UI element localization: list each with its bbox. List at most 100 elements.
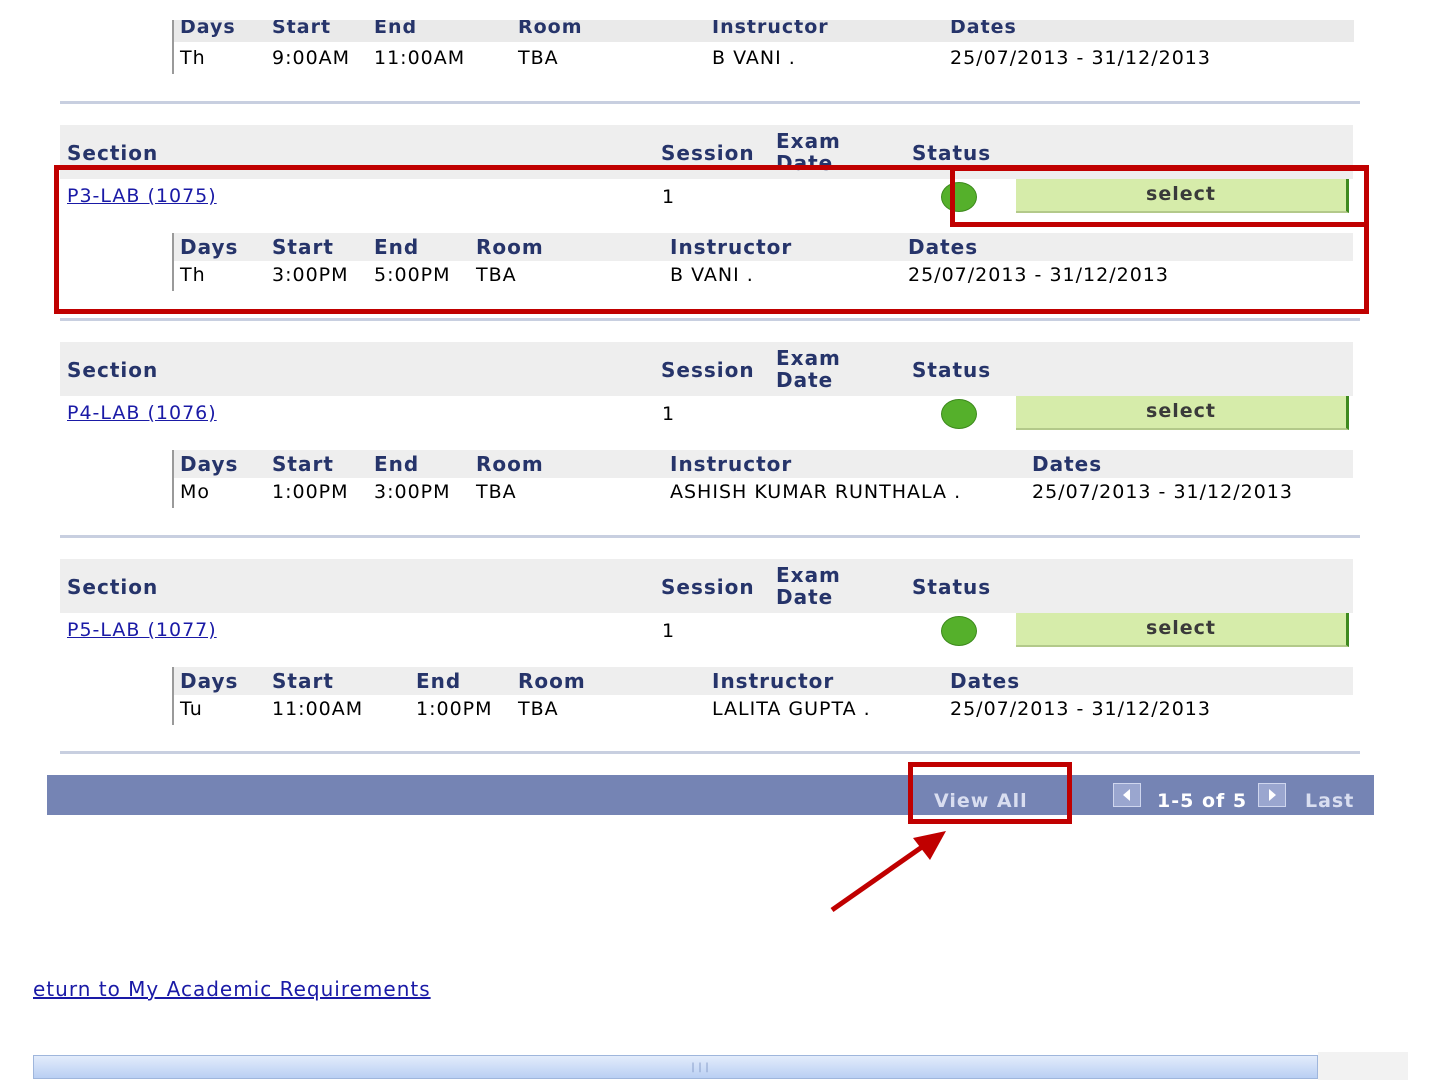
- session-col-header: Session: [661, 358, 755, 382]
- meeting-days: Mo: [180, 481, 211, 503]
- header-instructor: Instructor: [712, 669, 835, 693]
- arrow-right-icon: [1269, 789, 1276, 801]
- meeting-dates: 25/07/2013 - 31/12/2013: [950, 698, 1211, 720]
- arrow-left-icon: [1123, 789, 1130, 801]
- meeting-end: 11:00AM: [374, 47, 466, 69]
- header-days: Days: [180, 20, 236, 38]
- exam-date-col-header: Date: [776, 585, 834, 609]
- meeting-days: Th: [180, 264, 206, 286]
- meeting-room: TBA: [476, 264, 517, 286]
- header-room: Room: [476, 235, 544, 259]
- header-days: Days: [180, 669, 239, 693]
- annotation-arrow-icon: [830, 831, 946, 913]
- section-link-p5-lab[interactable]: P5-LAB (1077): [67, 619, 217, 641]
- meeting-instructor: B VANI .: [670, 264, 754, 286]
- status-open-icon: [941, 399, 977, 429]
- scrollbar-corner: [1318, 1052, 1408, 1080]
- select-button-p5-lab[interactable]: select: [1016, 613, 1349, 647]
- meeting-dates: 25/07/2013 - 31/12/2013: [1032, 481, 1293, 503]
- status-open-icon: [941, 182, 977, 212]
- last-page-link[interactable]: Last: [1305, 790, 1354, 812]
- exam-col-header: Exam: [776, 346, 841, 370]
- meeting-header-row: Days Start End Room Instructor Dates: [172, 667, 1353, 695]
- row-divider: [172, 20, 174, 74]
- meeting-room: TBA: [476, 481, 517, 503]
- header-instructor: Instructor: [670, 235, 793, 259]
- header-end: End: [374, 452, 420, 476]
- header-days: Days: [180, 452, 239, 476]
- horizontal-scrollbar[interactable]: |||: [33, 1055, 1318, 1079]
- section-header-row: Section Session Exam Date Status: [60, 125, 1353, 179]
- header-dates: Dates: [1032, 452, 1103, 476]
- pagination-bar: View All 1-5 of 5 Last: [47, 775, 1374, 815]
- section-separator: [60, 751, 1360, 754]
- status-col-header: Status: [912, 141, 992, 165]
- meeting-end: 1:00PM: [416, 698, 493, 720]
- session-col-header: Session: [661, 575, 755, 599]
- meeting-start: 11:00AM: [272, 698, 364, 720]
- meeting-start: 3:00PM: [272, 264, 349, 286]
- meeting-days: Tu: [180, 698, 203, 720]
- header-days: Days: [180, 235, 239, 259]
- section-link-p3-lab[interactable]: P3-LAB (1075): [67, 185, 217, 207]
- section-separator: [60, 101, 1360, 104]
- header-dates: Dates: [950, 669, 1021, 693]
- meeting-days: Th: [180, 47, 206, 69]
- meeting-start: 1:00PM: [272, 481, 349, 503]
- header-start: Start: [272, 452, 334, 476]
- exam-date-col-header: Date: [776, 151, 834, 175]
- pagination-range: 1-5 of 5: [1157, 790, 1248, 812]
- section-header-row: Section Session Exam Date Status: [60, 342, 1353, 396]
- meeting-end: 3:00PM: [374, 481, 451, 503]
- meeting-instructor: B VANI .: [712, 47, 796, 69]
- section-col-header: Section: [67, 575, 159, 599]
- status-open-icon: [941, 616, 977, 646]
- section-separator: [60, 535, 1360, 538]
- status-col-header: Status: [912, 358, 992, 382]
- next-page-button[interactable]: [1258, 783, 1286, 807]
- exam-col-header: Exam: [776, 563, 841, 587]
- header-end: End: [416, 669, 462, 693]
- meeting-dates: 25/07/2013 - 31/12/2013: [950, 47, 1211, 69]
- header-start: Start: [272, 669, 334, 693]
- meeting-dates: 25/07/2013 - 31/12/2013: [908, 264, 1169, 286]
- meeting-instructor: ASHISH KUMAR RUNTHALA .: [670, 481, 962, 503]
- header-room: Room: [518, 20, 583, 38]
- meeting-header-row: Days Start End Room Instructor Dates: [172, 233, 1353, 261]
- view-all-link[interactable]: View All: [934, 790, 1028, 812]
- header-dates: Dates: [950, 20, 1017, 38]
- header-instructor: Instructor: [670, 452, 793, 476]
- status-col-header: Status: [912, 575, 992, 599]
- exam-col-header: Exam: [776, 129, 841, 153]
- row-divider: [172, 233, 174, 291]
- meeting-room: TBA: [518, 47, 559, 69]
- scroll-grip-icon: |||: [690, 1062, 712, 1073]
- row-divider: [172, 450, 174, 508]
- section-col-header: Section: [67, 141, 159, 165]
- meeting-start: 9:00AM: [272, 47, 351, 69]
- select-button-p3-lab[interactable]: select: [1016, 179, 1349, 213]
- session-value: 1: [662, 403, 676, 425]
- row-divider: [172, 667, 174, 725]
- meeting-header-row-top: Days Start End Room Instructor Dates: [172, 20, 1354, 42]
- meeting-end: 5:00PM: [374, 264, 451, 286]
- header-start: Start: [272, 235, 334, 259]
- session-value: 1: [662, 186, 676, 208]
- header-end: End: [374, 235, 420, 259]
- meeting-room: TBA: [518, 698, 559, 720]
- section-col-header: Section: [67, 358, 159, 382]
- header-start: Start: [272, 20, 332, 38]
- meeting-instructor: LALITA GUPTA .: [712, 698, 871, 720]
- meeting-header-row: Days Start End Room Instructor Dates: [172, 450, 1353, 478]
- section-separator: [60, 318, 1360, 321]
- header-room: Room: [518, 669, 586, 693]
- session-col-header: Session: [661, 141, 755, 165]
- return-to-academic-requirements-link[interactable]: eturn to My Academic Requirements: [33, 977, 431, 1001]
- header-dates: Dates: [908, 235, 979, 259]
- section-header-row: Section Session Exam Date Status: [60, 559, 1353, 613]
- header-room: Room: [476, 452, 544, 476]
- section-link-p4-lab[interactable]: P4-LAB (1076): [67, 402, 217, 424]
- select-button-p4-lab[interactable]: select: [1016, 396, 1349, 430]
- exam-date-col-header: Date: [776, 368, 834, 392]
- previous-page-button[interactable]: [1113, 783, 1141, 807]
